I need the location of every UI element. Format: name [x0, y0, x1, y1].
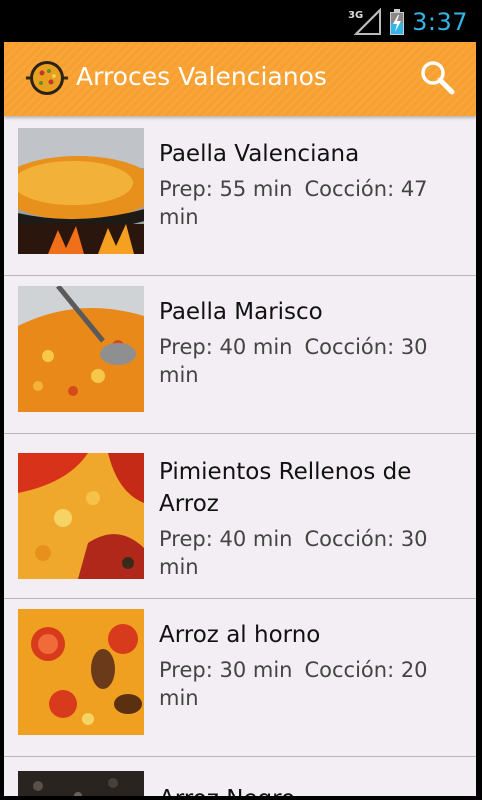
- prep-time: Prep: 40 min: [159, 335, 293, 359]
- network-type-label: 3G: [348, 10, 364, 21]
- paella-pan-icon[interactable]: [24, 56, 70, 100]
- recipe-thumbnail: [18, 286, 144, 412]
- app-screen: Arroces Valencianos Paella Valenciana Pr…: [4, 42, 476, 796]
- recipe-thumbnail: [18, 128, 144, 254]
- list-item[interactable]: Paella Valenciana Prep: 55 min Cocción: 4…: [4, 118, 476, 276]
- search-icon[interactable]: [418, 58, 458, 98]
- recipe-text: Arroz al horno Prep: 30 min Cocción: 20 m…: [159, 619, 459, 712]
- recipe-title: Paella Valenciana: [159, 141, 360, 167]
- recipe-times: Prep: 40 min Cocción: 30 min: [159, 333, 459, 389]
- recipe-title: Arroz al horno: [159, 622, 321, 648]
- prep-time: Prep: 40 min: [159, 527, 293, 551]
- list-item[interactable]: Arroz al horno Prep: 30 min Cocción: 20 m…: [4, 599, 476, 757]
- recipe-times: Prep: 55 min Cocción: 47 min: [159, 175, 459, 231]
- list-item[interactable]: Paella Marisco Prep: 40 min Cocción: 30 m…: [4, 276, 476, 434]
- recipe-title: Pimientos Rellenos de Arroz: [159, 459, 412, 517]
- recipe-text: Paella Valenciana Prep: 55 min Cocción: 4…: [159, 138, 459, 231]
- recipe-thumbnail: [18, 771, 144, 796]
- list-item[interactable]: Arroz Negro: [4, 757, 476, 796]
- recipe-times: Prep: 30 min Cocción: 20 min: [159, 656, 459, 712]
- recipe-text: Pimientos Rellenos de Arroz Prep: 40 min…: [159, 456, 459, 581]
- recipe-list: Paella Valenciana Prep: 55 min Cocción: 4…: [4, 118, 476, 796]
- prep-time: Prep: 55 min: [159, 177, 293, 201]
- app-title: Arroces Valencianos: [76, 62, 327, 91]
- status-bar: 3G 3:37: [0, 0, 482, 42]
- list-item[interactable]: Pimientos Rellenos de Arroz Prep: 40 min…: [4, 434, 476, 599]
- recipe-title: Arroz Negro: [159, 783, 459, 796]
- recipe-text: Arroz Negro: [159, 783, 459, 796]
- signal-icon: 3G: [348, 7, 382, 36]
- recipe-thumbnail: [18, 453, 144, 579]
- recipe-times: Prep: 40 min Cocción: 30 min: [159, 525, 459, 581]
- recipe-text: Paella Marisco Prep: 40 min Cocción: 30 m…: [159, 296, 459, 389]
- status-clock: 3:37: [412, 8, 468, 36]
- recipe-thumbnail: [18, 609, 144, 735]
- recipe-title: Paella Marisco: [159, 299, 323, 325]
- battery-charging-icon: [390, 9, 405, 35]
- status-icons: 3G 3:37: [348, 6, 468, 38]
- prep-time: Prep: 30 min: [159, 658, 293, 682]
- action-bar: Arroces Valencianos: [4, 42, 476, 116]
